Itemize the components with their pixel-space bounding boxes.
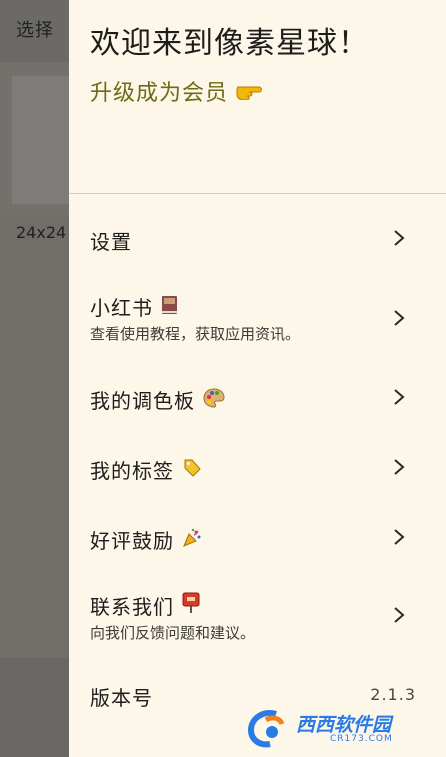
menu-item-title: 我的调色板 — [90, 385, 225, 414]
upgrade-label: 升级成为会员 — [90, 81, 229, 106]
menu-item-my-tags[interactable]: 我的标签 — [69, 442, 446, 492]
mailbox-icon — [182, 592, 200, 619]
menu-item-rate-app[interactable]: 好评鼓励 — [69, 512, 446, 562]
menu-item-title: 我的标签 — [90, 455, 202, 484]
canvas-size-label: 24x24 — [16, 223, 67, 242]
side-drawer: 欢迎来到像素星球！ 升级成为会员 设置 小红书 查看使用教程，获取应用资讯。 我… — [69, 0, 446, 757]
menu-item-label: 联系我们 — [90, 595, 174, 619]
menu-item-contact-us[interactable]: 联系我们 向我们反馈问题和建议。 — [69, 582, 446, 650]
chevron-right-icon — [392, 528, 406, 546]
chevron-right-icon — [392, 606, 406, 624]
party-popper-icon — [182, 528, 202, 553]
upgrade-membership-link[interactable]: 升级成为会员 — [90, 75, 262, 107]
watermark: 西西软件园 CR173.COM — [246, 708, 436, 750]
chevron-right-icon — [392, 388, 406, 406]
watermark-url: CR173.COM — [330, 734, 393, 744]
menu-item-title: 小红书 — [90, 292, 179, 321]
menu-item-title: 联系我们 — [90, 591, 200, 620]
chevron-right-icon — [392, 309, 406, 327]
pointing-hand-icon — [236, 80, 262, 106]
watermark-name: 西西软件园 — [296, 714, 392, 736]
book-icon — [161, 295, 179, 320]
menu-item-settings[interactable]: 设置 — [69, 212, 446, 264]
menu-item-my-palettes[interactable]: 我的调色板 — [69, 372, 446, 422]
tag-icon — [182, 458, 202, 483]
menu-item-label: 好评鼓励 — [90, 529, 174, 553]
palette-icon — [203, 388, 225, 413]
menu-item-label: 我的调色板 — [90, 389, 195, 413]
menu-item-label: 设置 — [90, 230, 132, 254]
version-label: 版本号 — [90, 686, 153, 710]
menu-item-label: 小红书 — [90, 296, 153, 320]
version-number: 2.1.3 — [370, 685, 416, 704]
select-button[interactable]: 选择 — [16, 16, 54, 42]
menu-item-label: 我的标签 — [90, 459, 174, 483]
chevron-right-icon — [392, 458, 406, 476]
screen: 选择 24x24 欢迎来到像素星球！ 升级成为会员 设置 小红书 查看使用教程，… — [0, 0, 446, 757]
menu-item-subtitle: 向我们反馈问题和建议。 — [90, 624, 256, 642]
menu-item-subtitle: 查看使用教程，获取应用资讯。 — [90, 325, 301, 343]
menu-item-title: 好评鼓励 — [90, 525, 202, 554]
watermark-logo-icon — [246, 708, 294, 752]
menu-item-xiaohongshu[interactable]: 小红书 查看使用教程，获取应用资讯。 — [69, 284, 446, 352]
chevron-right-icon — [392, 229, 406, 247]
drawer-divider — [69, 193, 446, 194]
welcome-title: 欢迎来到像素星球！ — [90, 26, 369, 61]
